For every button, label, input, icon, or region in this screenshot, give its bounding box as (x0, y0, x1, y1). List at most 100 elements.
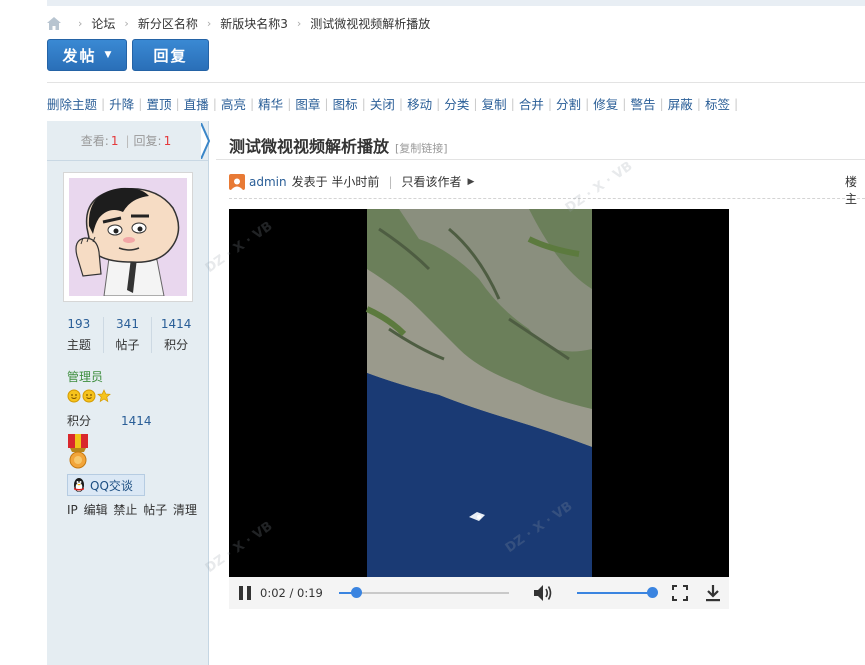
mod-action-17[interactable]: 标签 (705, 94, 730, 113)
volume-handle[interactable] (646, 587, 658, 598)
mod-action-12[interactable]: 合并 (519, 94, 544, 113)
video-time: 0:02 / 0:19 (260, 586, 323, 600)
floor-label: 楼主 (845, 175, 858, 206)
mod-action-0[interactable]: 删除主题 (47, 94, 97, 113)
stat-label: 积分 (164, 338, 189, 352)
mod-action-2[interactable]: 置顶 (146, 94, 171, 113)
meta-divider: | (388, 174, 393, 189)
mod-divider: | (659, 96, 664, 111)
mod-action-13[interactable]: 分割 (556, 94, 581, 113)
stat-posts[interactable]: 341 帖子 (104, 317, 153, 353)
stat-value: 193 (67, 317, 91, 331)
mod-divider: | (324, 96, 329, 111)
dashed-divider (229, 198, 865, 199)
stat-value: 341 (116, 317, 139, 331)
mod-action-5[interactable]: 精华 (258, 94, 283, 113)
stat-value: 1414 (160, 317, 192, 331)
stat-label: 帖子 (115, 338, 140, 352)
volume-level (577, 592, 652, 594)
mod-divider: | (287, 96, 292, 111)
mod-divider: | (473, 96, 478, 111)
author-sidebar: 查看: 1 | 回复: 1 193 主题 341 帖子 1414 积分 管理员 … (47, 121, 209, 665)
thread-stats: 查看: 1 | 回复: 1 (47, 121, 208, 161)
points-value[interactable]: 1414 (121, 414, 152, 428)
mod-divider: | (175, 96, 180, 111)
mod-divider: | (398, 96, 404, 111)
reply-button[interactable]: 回复 (132, 39, 209, 71)
replies-count: 1 (163, 133, 172, 148)
breadcrumb-separator: › (124, 16, 129, 30)
star-rank-icon (97, 389, 111, 403)
video-player[interactable] (229, 209, 729, 577)
volume-icon[interactable] (533, 584, 553, 602)
breadcrumb-board[interactable]: 新版块名称3 (220, 15, 288, 32)
play-arrow-icon: ▶ (467, 176, 475, 187)
sun-rank-icon (67, 389, 81, 403)
user-role[interactable]: 管理员 (67, 368, 103, 385)
mod-action-3[interactable]: 直播 (184, 94, 209, 113)
mod-action-14[interactable]: 修复 (593, 94, 618, 113)
mod-divider: | (585, 96, 590, 111)
mod-divider: | (101, 96, 106, 111)
breadcrumb-forum[interactable]: 论坛 (91, 15, 115, 32)
views-label: 查看: (80, 134, 109, 148)
copy-link[interactable]: [复制链接] (395, 140, 448, 156)
download-icon[interactable] (705, 584, 721, 602)
home-icon[interactable] (47, 16, 61, 30)
seek-bar[interactable] (339, 587, 509, 598)
thread-title-row: 测试微视视频解析播放 [复制链接] (229, 133, 448, 157)
qq-chat-button[interactable]: QQ交谈 (67, 474, 145, 496)
mod-divider: | (361, 96, 366, 111)
avatar[interactable] (63, 172, 193, 302)
mod-divider: | (249, 96, 255, 111)
breadcrumb-separator: › (206, 16, 212, 30)
author-link[interactable]: admin (249, 175, 287, 189)
mod-action-1[interactable]: 升降 (109, 94, 134, 113)
views-count: 1 (110, 133, 119, 148)
post-time: 发表于 半小时前 (291, 175, 380, 189)
divider (47, 82, 865, 83)
mod-action-4[interactable]: 高亮 (221, 94, 246, 113)
reply-button-label: 回复 (153, 46, 188, 65)
mod-action-11[interactable]: 复制 (482, 94, 507, 113)
divider (216, 159, 865, 160)
breadcrumb-separator: › (78, 16, 83, 30)
mod-divider: | (138, 96, 143, 111)
user-stats: 193 主题 341 帖子 1414 积分 (55, 317, 200, 353)
mod-action-16[interactable]: 屏蔽 (668, 94, 693, 113)
points-row: 积分 1414 (67, 412, 152, 429)
volume-slider[interactable] (577, 587, 658, 598)
chevron-down-icon: ▼ (104, 50, 112, 60)
sun-rank-icon (82, 389, 96, 403)
stat-topics[interactable]: 193 主题 (55, 317, 104, 353)
mod-divider: | (547, 96, 553, 111)
sidebar-pointer (201, 123, 211, 159)
post-button[interactable]: 发帖 ▼ (47, 39, 127, 71)
video-frame (229, 209, 729, 577)
video-controls: 0:02 / 0:19 (229, 577, 729, 609)
fullscreen-icon[interactable] (672, 585, 688, 601)
stat-points[interactable]: 1414 积分 (152, 317, 200, 353)
breadcrumb-thread[interactable]: 测试微视视频解析播放 (310, 15, 430, 32)
admin-links[interactable]: IP 编辑 禁止 帖子 清理 (67, 501, 197, 518)
mod-action-8[interactable]: 关闭 (370, 94, 395, 113)
mod-action-10[interactable]: 分类 (444, 94, 469, 113)
qq-chat-label: QQ交谈 (90, 478, 133, 493)
mod-divider: | (622, 96, 627, 111)
seek-handle[interactable] (351, 587, 363, 598)
mod-divider: | (212, 96, 217, 111)
stat-label: 主题 (66, 338, 91, 352)
replies-label: 回复: (133, 134, 162, 148)
post-button-label: 发帖 (62, 46, 97, 65)
mod-action-7[interactable]: 图标 (333, 94, 358, 113)
only-author-link[interactable]: 只看该作者 (401, 173, 461, 190)
breadcrumb-section[interactable]: 新分区名称 (138, 15, 198, 32)
mod-action-15[interactable]: 警告 (631, 94, 656, 113)
mod-divider: | (436, 96, 441, 111)
moderation-toolbar: 删除主题 | 升降 | 置顶 | 直播 | 高亮 | 精华 | 图章 | 图标 | 关闭 | 移动 | 分类 | 复制 | 合并… (47, 94, 742, 113)
medal-icon[interactable] (67, 434, 89, 470)
pause-icon[interactable] (239, 586, 251, 600)
mod-action-6[interactable]: 图章 (295, 94, 320, 113)
mod-divider: | (734, 96, 739, 111)
mod-action-9[interactable]: 移动 (407, 94, 432, 113)
